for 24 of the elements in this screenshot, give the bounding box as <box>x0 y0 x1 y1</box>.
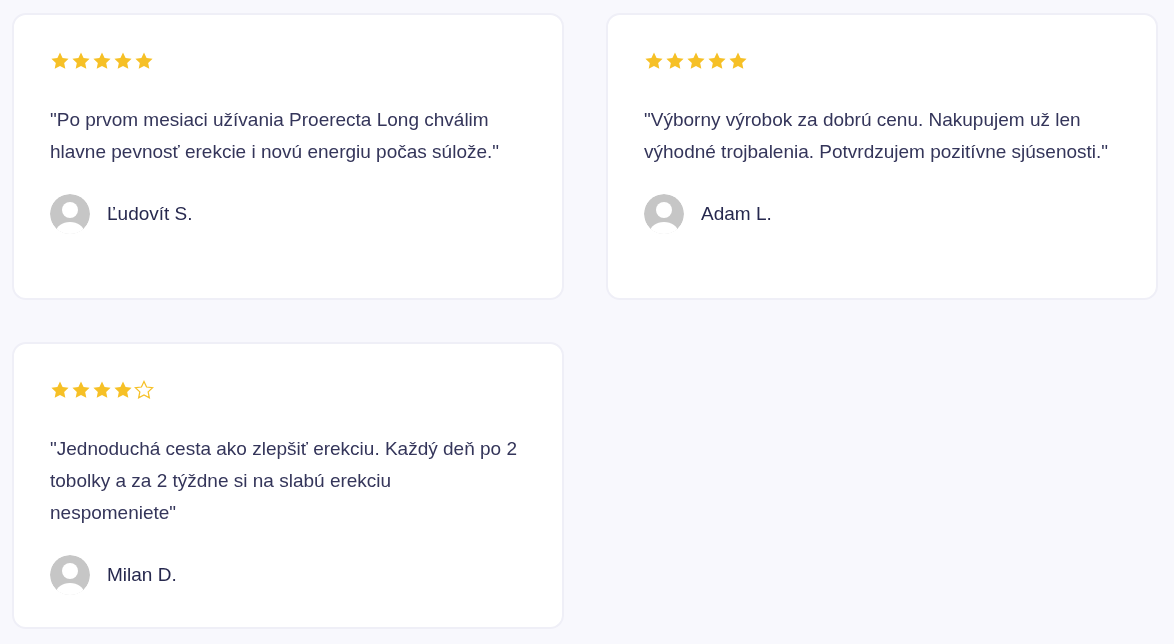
avatar-icon <box>644 194 684 234</box>
star-icon <box>50 51 70 71</box>
star-icon <box>686 51 706 71</box>
star-icon <box>71 51 91 71</box>
reviewer-name: Ľudovít S. <box>107 203 193 225</box>
star-icon <box>134 51 154 71</box>
star-outline-icon <box>134 380 154 400</box>
star-icon <box>665 51 685 71</box>
star-icon <box>113 51 133 71</box>
star-icon <box>92 380 112 400</box>
avatar-icon <box>50 555 90 595</box>
review-text: "Jednoduchá cesta ako zlepšiť erekciu. Každý deň po 2 tobolky a za 2 týždne si na slabú erekciu nespomeniete" <box>50 437 518 525</box>
star-icon <box>92 51 112 71</box>
avatar-icon <box>50 194 90 234</box>
star-icon <box>644 51 664 71</box>
star-icon <box>728 51 748 71</box>
review-text: "Výborny výrobok za dobrú cenu. Nakupujem už len výhodné trojbalenia. Potvrdzujem pozitívne sjúsenosti." <box>644 108 1110 164</box>
star-icon <box>707 51 727 71</box>
reviewer-name: Milan D. <box>107 564 177 586</box>
star-icon <box>50 380 70 400</box>
review-text: "Po prvom mesiaci užívania Proerecta Long chválim hlavne pevnosť erekcie i novú energiu počas súlože." <box>50 108 501 164</box>
star-icon <box>71 380 91 400</box>
star-icon <box>113 380 133 400</box>
reviewer-name: Adam L. <box>701 203 772 225</box>
